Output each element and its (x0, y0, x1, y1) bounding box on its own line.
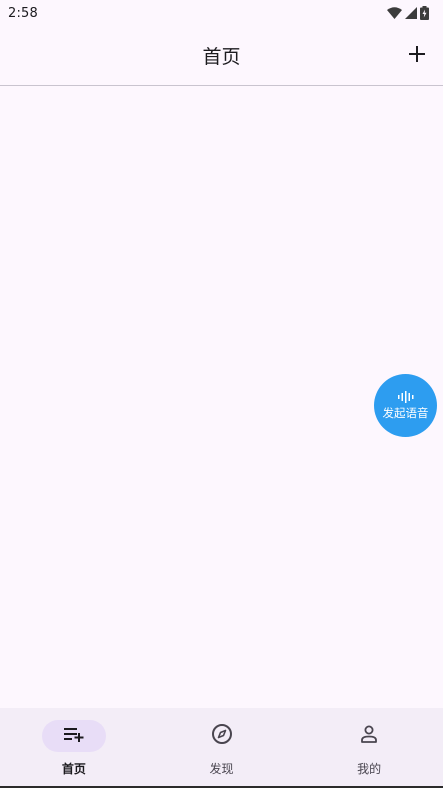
nav-item-home[interactable]: 首页 (0, 708, 148, 788)
app-bar: 首页 (0, 26, 443, 86)
start-voice-label: 发起语音 (382, 405, 429, 420)
status-icons (387, 6, 429, 20)
person-icon (359, 724, 379, 748)
nav-item-mine[interactable]: 我的 (295, 708, 443, 788)
playlist-add-icon (63, 726, 85, 746)
nav-label-discover: 发现 (209, 762, 234, 776)
compass-icon (211, 723, 233, 749)
nav-label-home: 首页 (61, 762, 86, 776)
nav-item-discover[interactable]: 发现 (148, 708, 296, 788)
status-time: 2:58 (8, 5, 38, 21)
signal-icon (405, 7, 417, 19)
plus-icon (408, 45, 426, 67)
nav-active-indicator (41, 720, 106, 752)
page-title: 首页 (202, 46, 241, 68)
start-voice-button[interactable]: 发起语音 (374, 374, 437, 437)
bottom-navigation: 首页 发现 我的 (0, 708, 443, 788)
status-bar: 2:58 (0, 0, 443, 26)
app-screen: 2:58 首页 发起语音 首页 发现 我的 (0, 0, 443, 788)
battery-icon (420, 6, 429, 20)
wifi-icon (387, 7, 402, 19)
voice-wave-icon (397, 390, 415, 405)
add-button[interactable] (401, 40, 433, 72)
nav-label-mine: 我的 (357, 762, 382, 776)
